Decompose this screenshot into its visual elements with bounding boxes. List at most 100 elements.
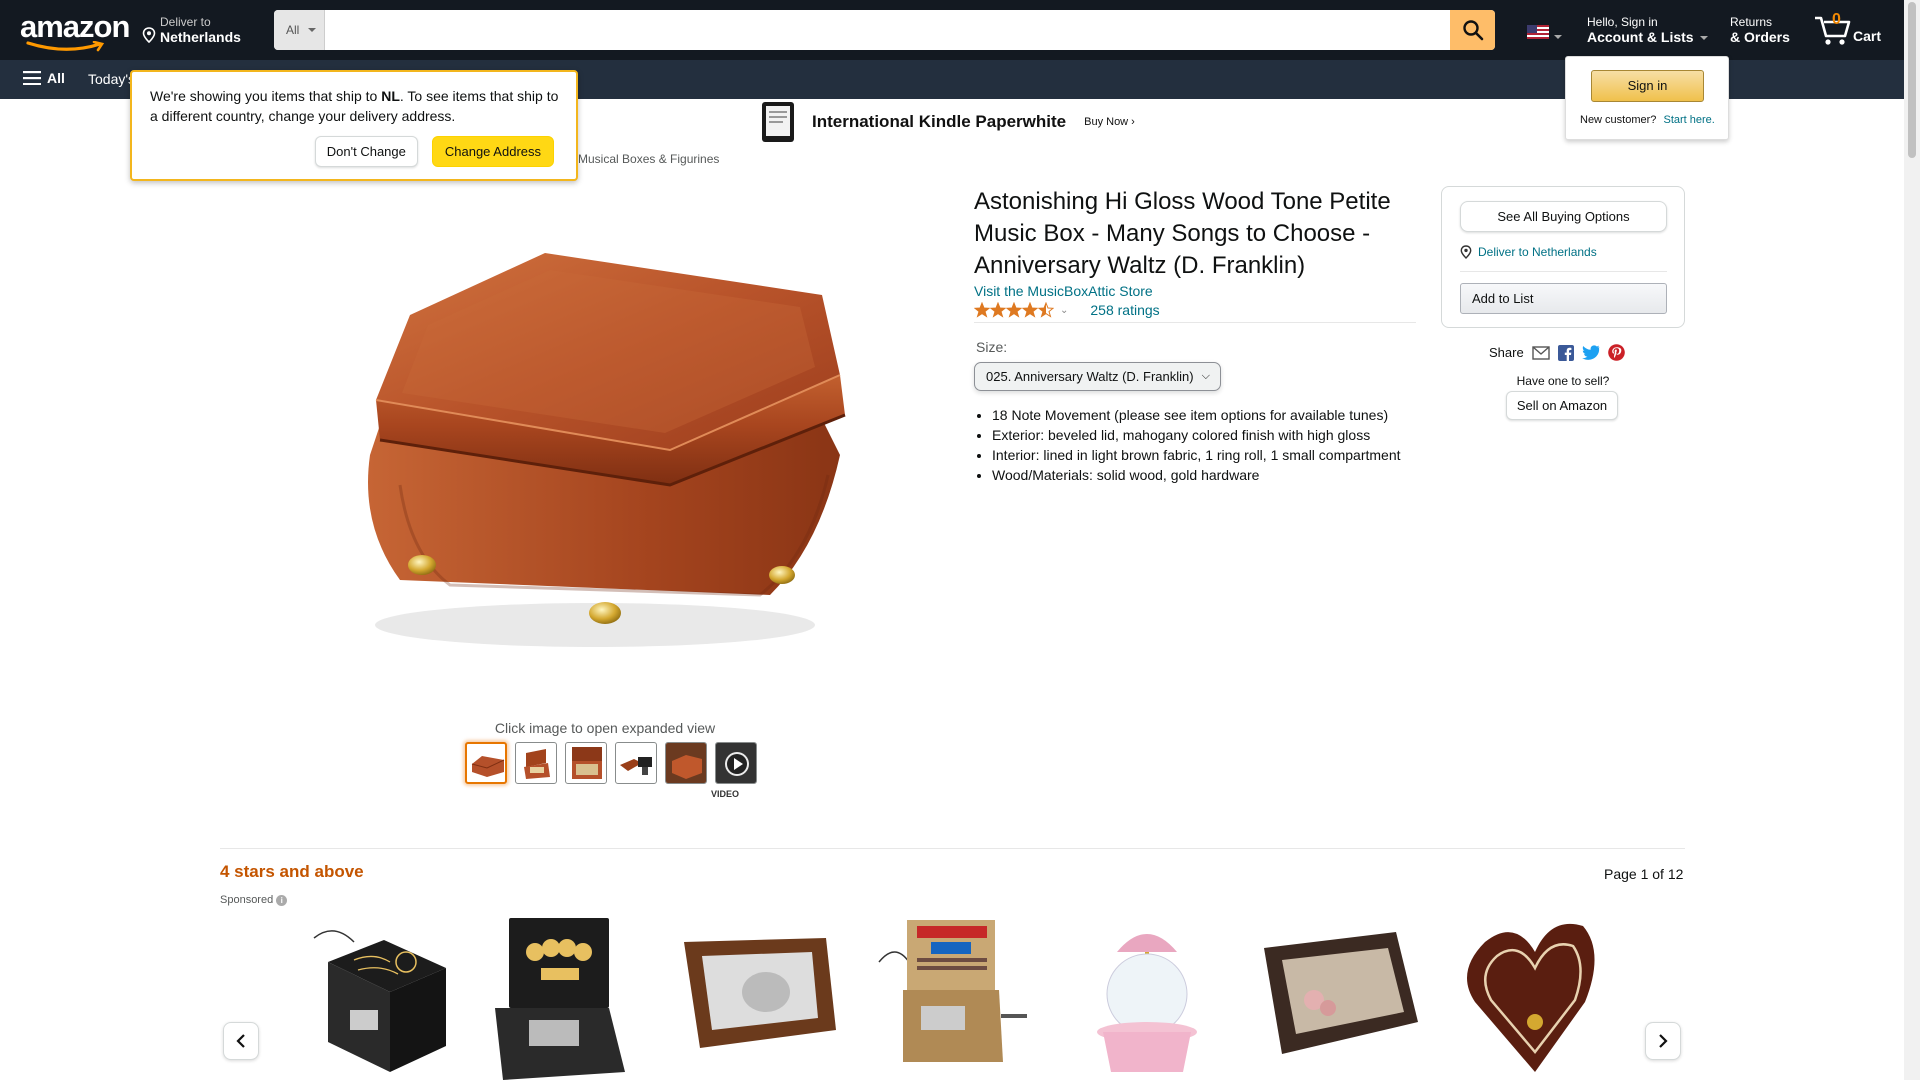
carousel-item[interactable] xyxy=(1067,912,1227,1080)
kindle-device-image xyxy=(762,102,794,142)
page-scrollbar[interactable] xyxy=(1904,0,1920,1080)
logo-smile-icon xyxy=(26,41,105,52)
feature-bullets: 18 Note Movement (please see item option… xyxy=(992,405,1432,485)
search-bar: All xyxy=(274,10,1495,50)
account-and-lists[interactable]: Hello, Sign in Account & Lists xyxy=(1587,15,1708,46)
carousel-previous-button[interactable] xyxy=(223,1022,259,1060)
deliver-to-text[interactable]: Deliver to Netherlands xyxy=(1478,245,1597,259)
deliver-country: Netherlands xyxy=(160,29,241,45)
thumbnail-1[interactable] xyxy=(465,742,507,784)
carousel-item[interactable] xyxy=(873,912,1033,1080)
todays-deals-link[interactable]: Today's xyxy=(88,71,135,87)
facebook-icon[interactable] xyxy=(1557,344,1574,361)
dont-change-button[interactable]: Don't Change xyxy=(314,136,418,167)
carousel-item[interactable] xyxy=(485,912,645,1080)
ratings-count-link[interactable]: 258 ratings xyxy=(1090,302,1159,318)
thumbnail-5[interactable] xyxy=(665,742,707,784)
sell-on-amazon-button[interactable]: Sell on Amazon xyxy=(1506,391,1618,420)
roses-music-box-image xyxy=(1264,932,1418,1054)
divider xyxy=(1460,271,1667,272)
feature-bullet: Wood/Materials: solid wood, gold hardwar… xyxy=(992,465,1432,485)
kindle-ad-banner[interactable]: International Kindle Paperwhite Buy Now … xyxy=(760,101,1135,143)
chevron-down-icon xyxy=(1699,36,1708,41)
location-pin-icon xyxy=(1460,245,1472,259)
carousel-heading: 4 stars and above xyxy=(220,862,364,881)
search-category-dropdown[interactable]: All xyxy=(274,10,325,50)
sponsored-label: Sponsored i xyxy=(220,894,288,906)
carousel-music-box-image xyxy=(1097,934,1197,1072)
buy-box: See All Buying Options Deliver to Nether… xyxy=(1441,186,1685,328)
size-selected-value: 025. Anniversary Waltz (D. Franklin) xyxy=(986,369,1194,384)
thumbnail-video[interactable] xyxy=(715,742,757,784)
music-box-interior-thumbnail xyxy=(572,747,602,779)
music-box-lifestyle-thumbnail xyxy=(666,743,706,783)
search-category-label: All xyxy=(286,23,300,37)
photo-frame-music-box-image xyxy=(684,938,836,1048)
to-my-wife-music-box-image xyxy=(878,920,1027,1062)
amazon-logo[interactable]: amazon xyxy=(20,9,130,52)
sign-in-button[interactable]: Sign in xyxy=(1591,70,1704,102)
video-label: VIDEO xyxy=(711,789,740,799)
chevron-right-icon xyxy=(1659,1034,1668,1048)
rating-summary: ⌄ 258 ratings xyxy=(974,302,1160,318)
change-address-button[interactable]: Change Address xyxy=(431,136,554,167)
music-box-open-thumbnail xyxy=(524,749,550,779)
breadcrumb[interactable]: Musical Boxes & Figurines xyxy=(578,152,719,166)
carousel-item[interactable] xyxy=(1455,912,1615,1080)
size-dropdown[interactable]: 025. Anniversary Waltz (D. Franklin) ⌵ xyxy=(974,362,1221,391)
search-input[interactable] xyxy=(326,10,1442,50)
sign-in-flyout: Sign in New customer? Start here. xyxy=(1565,56,1729,140)
location-pin-icon xyxy=(142,27,156,43)
store-link[interactable]: Visit the MusicBoxAttic Store xyxy=(974,283,1153,299)
account-greeting: Hello, Sign in xyxy=(1587,15,1658,29)
heart-music-box-image xyxy=(1467,923,1595,1072)
scrollbar-thumb[interactable] xyxy=(1908,2,1916,158)
all-menu-label: All xyxy=(47,70,65,86)
carousel-next-button[interactable] xyxy=(1645,1022,1681,1060)
logo-text: amazon xyxy=(20,9,130,44)
deliver-to-location[interactable]: Deliver to Netherlands xyxy=(142,15,241,46)
music-box-image xyxy=(368,253,846,647)
start-here-link[interactable]: Start here. xyxy=(1663,114,1714,126)
account-lists-label: Account & Lists xyxy=(1587,29,1694,45)
share-label: Share xyxy=(1489,345,1524,360)
feature-bullet: 18 Note Movement (please see item option… xyxy=(992,405,1432,425)
divider xyxy=(220,848,1685,849)
orders-label: & Orders xyxy=(1730,29,1790,45)
chevron-left-icon xyxy=(236,1034,245,1048)
carousel-page-indicator: Page 1 of 12 xyxy=(1604,866,1684,882)
language-selector[interactable] xyxy=(1527,25,1562,44)
thumbnail-3[interactable] xyxy=(565,742,607,784)
main-product-image[interactable] xyxy=(340,225,870,665)
email-icon[interactable] xyxy=(1532,345,1550,360)
deliver-to-link[interactable]: Deliver to Netherlands xyxy=(1460,245,1597,259)
us-flag-icon xyxy=(1527,25,1549,39)
size-label: Size: xyxy=(976,339,1008,355)
carousel-item[interactable] xyxy=(294,912,454,1080)
kindle-buy-now-link[interactable]: Buy Now › xyxy=(1084,116,1135,128)
popover-message-part1: We're showing you items that ship to xyxy=(150,88,382,104)
popover-country-code: NL xyxy=(381,88,400,104)
chevron-down-icon xyxy=(308,28,316,32)
carousel-item[interactable] xyxy=(1258,912,1418,1080)
chevron-down-icon[interactable]: ⌄ xyxy=(1060,305,1068,316)
music-box-thumbnail xyxy=(471,756,505,777)
returns-label: Returns xyxy=(1730,15,1773,29)
twitter-icon[interactable] xyxy=(1581,345,1600,360)
beatles-music-box-image xyxy=(495,918,625,1080)
all-menu-button[interactable]: All xyxy=(23,70,65,86)
search-button[interactable] xyxy=(1450,10,1495,50)
thumbnail-4[interactable] xyxy=(615,742,657,784)
thumbnail-2[interactable] xyxy=(515,742,557,784)
kindle-ad-title: International Kindle Paperwhite xyxy=(812,112,1067,131)
see-all-buying-options-button[interactable]: See All Buying Options xyxy=(1460,201,1667,232)
cart-button[interactable]: 0 Cart xyxy=(1813,10,1883,50)
returns-and-orders[interactable]: Returns & Orders xyxy=(1730,15,1790,46)
info-icon[interactable]: i xyxy=(276,894,288,906)
star-rating-icon[interactable] xyxy=(974,302,1054,318)
sunshine-music-box-image xyxy=(313,930,446,1072)
add-to-list-button[interactable]: Add to List xyxy=(1460,283,1667,314)
carousel-item[interactable] xyxy=(676,912,836,1080)
feature-bullet: Interior: lined in light brown fabric, 1… xyxy=(992,445,1432,465)
pinterest-icon[interactable] xyxy=(1607,344,1625,361)
